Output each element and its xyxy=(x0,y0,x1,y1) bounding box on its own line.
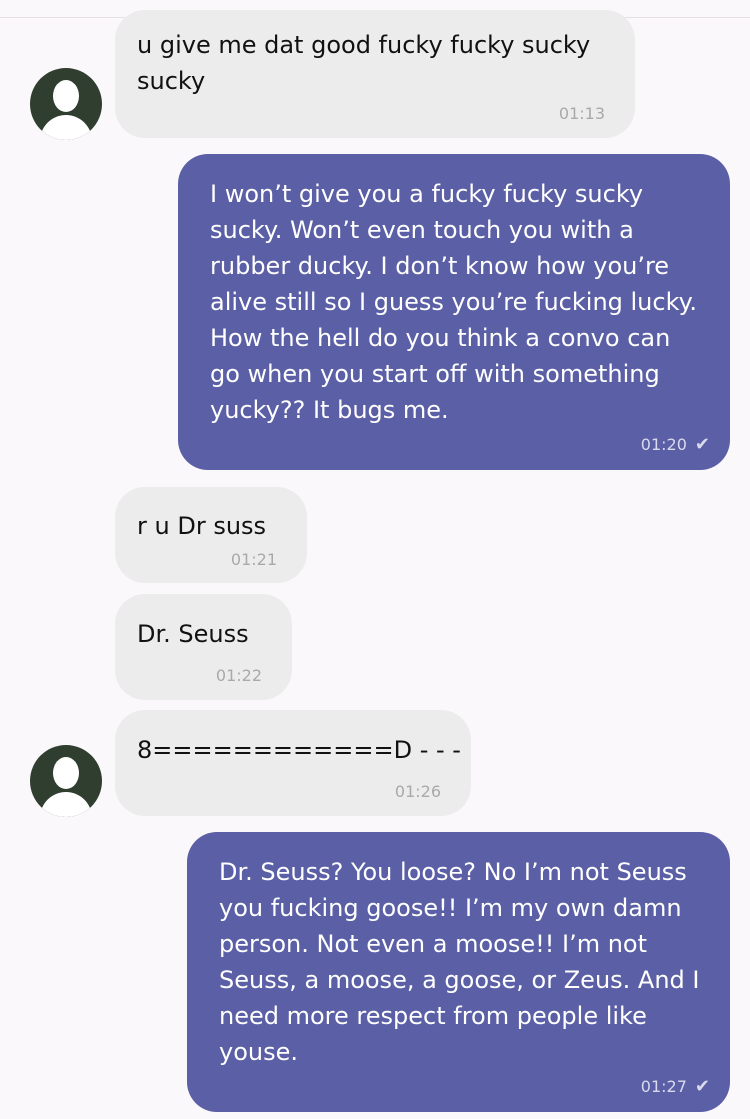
message-text: 8============D - - - xyxy=(137,736,461,764)
incoming-message[interactable]: 8============D - - - 01:26 xyxy=(115,710,471,816)
outgoing-message[interactable]: I won’t give you a fucky fucky sucky suc… xyxy=(178,154,730,470)
avatar-icon[interactable] xyxy=(30,68,102,140)
incoming-message[interactable]: r u Dr suss 01:21 xyxy=(115,487,307,583)
message-timestamp-row: 01:20 ✔ xyxy=(641,434,710,455)
avatar-shoulders xyxy=(40,792,92,817)
incoming-message[interactable]: u give me dat good fucky fucky sucky suc… xyxy=(115,10,635,138)
avatar-shoulders xyxy=(40,115,92,140)
avatar-icon[interactable] xyxy=(30,745,102,817)
message-timestamp: 01:20 xyxy=(640,435,687,454)
outgoing-message[interactable]: Dr. Seuss? You loose? No I’m not Seuss y… xyxy=(187,832,730,1112)
message-text: Dr. Seuss? You loose? No I’m not Seuss y… xyxy=(219,858,700,1066)
message-text: u give me dat good fucky fucky sucky suc… xyxy=(137,31,591,95)
avatar-head xyxy=(53,757,79,789)
message-text: r u Dr suss xyxy=(137,512,267,540)
avatar-head xyxy=(53,80,79,112)
message-text: Dr. Seuss xyxy=(137,620,249,648)
incoming-message[interactable]: Dr. Seuss 01:22 xyxy=(115,594,292,700)
message-text: I won’t give you a fucky fucky sucky suc… xyxy=(210,180,698,424)
checkmark-icon: ✔ xyxy=(694,434,710,455)
message-timestamp: 01:27 xyxy=(640,1077,687,1096)
message-timestamp: 01:22 xyxy=(215,666,262,685)
message-timestamp: 01:26 xyxy=(394,782,441,801)
checkmark-icon: ✔ xyxy=(694,1076,710,1097)
message-timestamp: 01:21 xyxy=(230,550,277,569)
message-timestamp-row: 01:27 ✔ xyxy=(641,1076,710,1097)
message-timestamp: 01:13 xyxy=(558,104,605,123)
